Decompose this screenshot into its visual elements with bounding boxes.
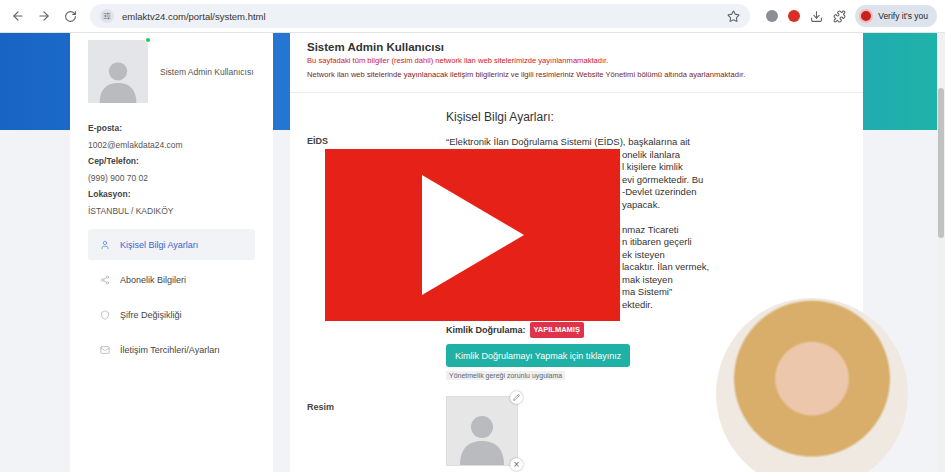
status-badge: YAPILMAMIŞ xyxy=(530,322,584,338)
play-icon xyxy=(418,173,528,297)
field-value: İSTANBUL / KADIKÖY xyxy=(88,203,255,220)
tune-icon xyxy=(103,12,111,20)
profile-picture[interactable]: × xyxy=(446,396,518,466)
profile-button[interactable]: Verify it's you xyxy=(855,5,937,27)
user-field: Cep/Telefon:(999) 900 70 02 xyxy=(88,153,255,186)
scrollbar-thumb[interactable] xyxy=(938,88,944,238)
card-header: Sistem Admin KullanıcısıBu sayfadaki tüm… xyxy=(290,33,863,93)
remove-picture-button[interactable]: × xyxy=(510,458,523,471)
address-bar[interactable]: emlaktv24.com/portal/system.html xyxy=(90,4,750,28)
reload-icon xyxy=(64,10,77,23)
url-text: emlaktv24.com/portal/system.html xyxy=(122,11,719,22)
menu-item-icon xyxy=(100,310,110,320)
browser-window: emlaktv24.com/portal/system.html Verify i… xyxy=(0,0,945,472)
field-value: (999) 900 70 02 xyxy=(88,170,255,187)
forward-button[interactable] xyxy=(34,6,54,26)
profile-avatar-icon xyxy=(859,9,873,23)
field-label: Lokasyon: xyxy=(88,186,255,203)
arrow-left-icon xyxy=(11,9,25,23)
download-icon[interactable] xyxy=(810,10,823,23)
user-fields: E-posta:1002@emlakdata24.comCep/Telefon:… xyxy=(88,120,255,219)
field-label: E-posta: xyxy=(88,120,255,137)
card-title: Sistem Admin Kullanıcısı xyxy=(307,40,846,54)
user-silhouette-icon xyxy=(93,53,143,103)
reload-button[interactable] xyxy=(60,6,80,26)
online-status-dot xyxy=(145,37,151,43)
sidebar-menu: Kişisel Bilgi Ayarları Abonelik Bilgileri… xyxy=(88,229,255,365)
arrow-right-icon xyxy=(37,9,51,23)
sidebar-item[interactable]: İletişim Tercihleri/Ayarları xyxy=(88,334,255,365)
field-value: 1002@emlakdata24.com xyxy=(88,137,255,154)
scrollbar[interactable] xyxy=(937,33,945,472)
header-note: Network ilan web sitelerinde yayınlanaca… xyxy=(307,68,846,82)
pencil-icon xyxy=(513,394,520,401)
sidebar: Sistem Admin Kullanıcısı E-posta:1002@eml… xyxy=(70,33,273,472)
user-name: Sistem Admin Kullanıcısı xyxy=(160,67,254,77)
sidebar-item[interactable]: Abonelik Bilgileri xyxy=(88,264,255,295)
site-info-icon[interactable] xyxy=(100,9,114,23)
field-label: Cep/Telefon: xyxy=(88,153,255,170)
verify-button[interactable]: Kimlik Doğrulamayı Yapmak için tıklayını… xyxy=(446,344,630,367)
user-field: E-posta:1002@emlakdata24.com xyxy=(88,120,255,153)
bookmark-star-icon[interactable] xyxy=(727,10,740,23)
video-play-button[interactable] xyxy=(325,149,620,321)
user-field: Lokasyon:İSTANBUL / KADIKÖY xyxy=(88,186,255,219)
sidebar-item[interactable]: Kişisel Bilgi Ayarları xyxy=(88,229,255,260)
browser-toolbar: emlaktv24.com/portal/system.html Verify i… xyxy=(0,0,945,33)
paragraph-line: “Elektronik İlan Doğrulama Sistemi (EİDS… xyxy=(446,136,846,149)
edit-picture-button[interactable] xyxy=(510,391,523,404)
section-title: Kişisel Bilgi Ayarları: xyxy=(446,109,846,125)
extensions xyxy=(766,10,846,23)
user-avatar xyxy=(88,40,148,103)
status-label: Kimlik Doğrulama: xyxy=(446,323,526,337)
extension-icon[interactable] xyxy=(788,10,800,22)
puzzle-icon[interactable] xyxy=(833,10,846,23)
header-note: Bu sayfadaki tüm bilgiler (resim dahil) … xyxy=(307,54,846,68)
back-button[interactable] xyxy=(8,6,28,26)
extension-icon[interactable] xyxy=(766,10,778,22)
picture-label: Resim xyxy=(307,396,446,466)
menu-item-icon xyxy=(100,240,110,250)
profile-row: Sistem Admin Kullanıcısı xyxy=(88,40,255,103)
picture-silhouette-icon xyxy=(452,405,512,465)
menu-item-icon xyxy=(100,275,110,285)
menu-item-icon xyxy=(100,345,110,355)
verify-note: Yönetmelik gereği zorunlu uygulama xyxy=(446,371,565,380)
sidebar-item[interactable]: Şifre Değişikliği xyxy=(88,299,255,330)
